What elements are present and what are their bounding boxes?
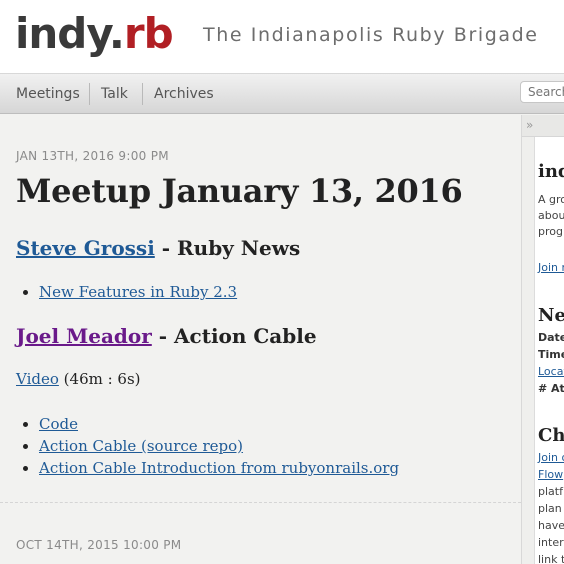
site-header: indy.rb The Indianapolis Ruby Brigade <box>0 0 564 74</box>
sidebar-chat-link[interactable]: Flow <box>538 468 563 481</box>
list-item: Action Cable Introduction from rubyonrai… <box>20 457 399 479</box>
sidebar-join-link[interactable]: Join n <box>538 261 564 274</box>
talk-topic: - Action Cable <box>158 324 317 348</box>
resource-link[interactable]: Action Cable (source repo) <box>39 437 243 455</box>
sidebar-chat-text: platf <box>538 485 563 498</box>
sidebar-chat-heading: Cha <box>538 425 564 446</box>
post-title[interactable]: Meetup January 13, 2016 <box>16 172 463 210</box>
nav-talk[interactable]: Talk <box>101 74 128 114</box>
main-nav: Meetings Talk Archives <box>0 74 564 114</box>
search-input[interactable] <box>520 81 564 103</box>
nav-divider <box>142 83 143 105</box>
list-item: Code <box>20 413 399 435</box>
sidebar-about-heading: ind <box>538 161 564 182</box>
nav-divider <box>89 83 90 105</box>
sidebar-location-link[interactable]: Locat <box>538 365 564 378</box>
nav-meetings[interactable]: Meetings <box>16 74 80 114</box>
sidebar-about-text: abou <box>538 209 564 222</box>
nav-archives[interactable]: Archives <box>154 74 214 114</box>
sidebar-next-label: Time <box>538 348 564 361</box>
logo-main: indy <box>15 9 110 58</box>
sidebar-next-heading: Nex <box>538 305 564 326</box>
post-divider <box>0 502 521 503</box>
list-item: New Features in Ruby 2.3 <box>20 281 237 303</box>
talk-heading: Joel Meador - Action Cable <box>16 324 317 348</box>
sidebar-chat-text: have <box>538 519 564 532</box>
speaker-link[interactable]: Joel Meador <box>16 324 152 348</box>
sidebar-about-text: A gro <box>538 193 564 206</box>
sidebar-chat-text: inter <box>538 536 564 549</box>
speaker-link[interactable]: Steve Grossi <box>16 236 155 260</box>
sidebar-chat-link[interactable]: Join o <box>538 451 564 464</box>
sidebar: » ind A gro abou progr Join n Nex Dates … <box>521 115 564 564</box>
video-link[interactable]: Video <box>16 370 59 388</box>
resource-link[interactable]: Code <box>39 415 78 433</box>
site-logo[interactable]: indy.rb <box>15 6 174 62</box>
sidebar-next-label: Dates <box>538 331 564 344</box>
video-line: Video (46m : 6s) <box>16 370 141 388</box>
logo-ext: rb <box>123 9 174 58</box>
list-item: Action Cable (source repo) <box>20 435 399 457</box>
resource-link[interactable]: New Features in Ruby 2.3 <box>39 283 237 301</box>
talk-heading: Steve Grossi - Ruby News <box>16 236 300 260</box>
resource-link[interactable]: Action Cable Introduction from rubyonrai… <box>39 459 399 477</box>
sidebar-chat-text: plan <box>538 502 562 515</box>
post-date: OCT 14TH, 2015 10:00 PM <box>16 538 182 552</box>
video-duration: (46m : 6s) <box>63 370 141 388</box>
talk-topic: - Ruby News <box>161 236 301 260</box>
site-tagline: The Indianapolis Ruby Brigade <box>203 24 539 46</box>
sidebar-next-label: # Att <box>538 382 564 395</box>
sidebar-about-text: progr <box>538 225 564 238</box>
logo-dot: . <box>108 9 125 58</box>
sidebar-toggle-button[interactable]: » <box>522 115 564 137</box>
talk-links: New Features in Ruby 2.3 <box>20 281 237 303</box>
sidebar-chat-text: link t <box>538 553 564 564</box>
post-date: JAN 13TH, 2016 9:00 PM <box>16 149 169 163</box>
talk-links: Code Action Cable (source repo) Action C… <box>20 413 399 479</box>
